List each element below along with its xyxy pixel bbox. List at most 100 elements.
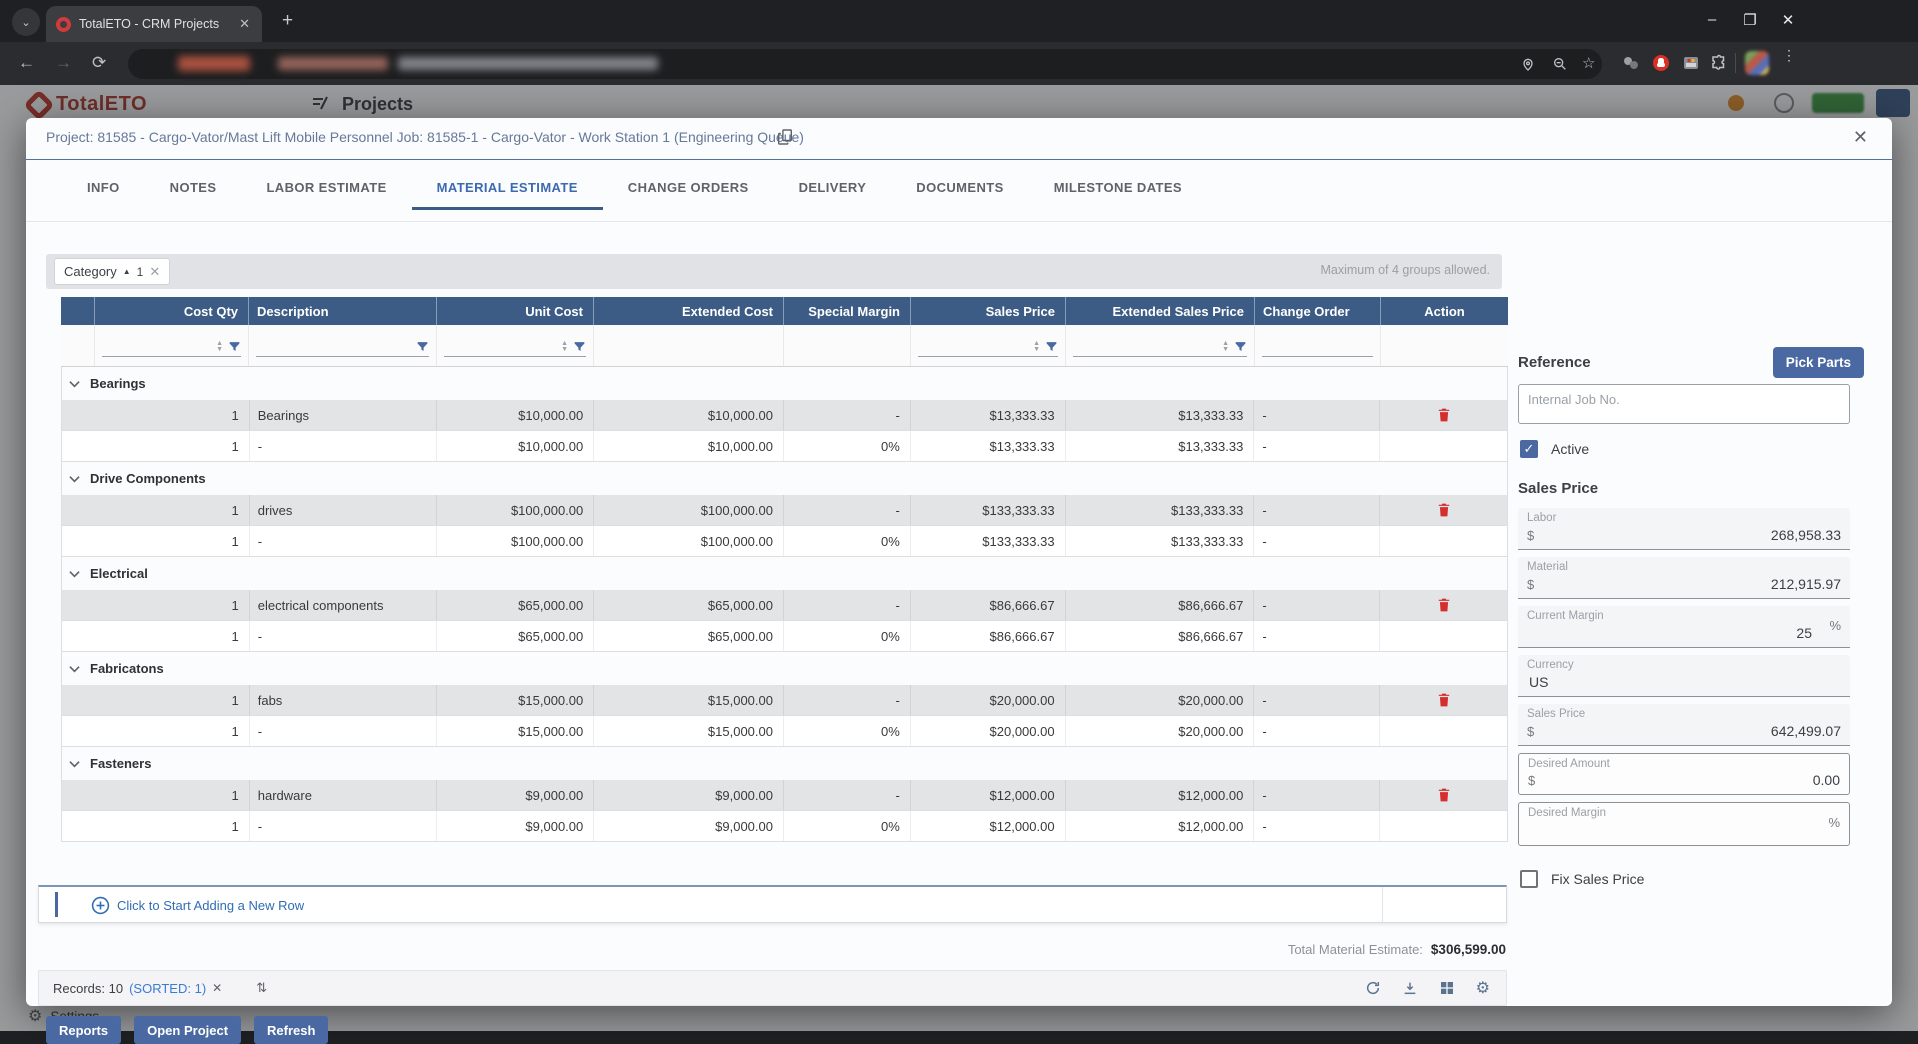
filter-input[interactable] [256,337,429,357]
table-row[interactable]: 1hardware$9,000.00$9,000.00-$12,000.00$1… [62,780,1507,811]
column-header-special-margin[interactable]: Special Margin [784,297,911,325]
group-row-fasteners[interactable]: Fasteners [62,747,1507,780]
cell-unit-cost[interactable]: $15,000.00 [437,685,594,715]
reload-icon[interactable]: ⟳ [92,53,106,73]
download-icon[interactable] [1402,980,1418,996]
cell-unit-cost[interactable]: $9,000.00 [437,811,594,841]
active-checkbox[interactable]: ✓ [1520,440,1538,458]
window-close-button[interactable]: ✕ [1773,11,1803,29]
filter-funnel-icon[interactable] [1045,340,1058,353]
cell-extended-cost[interactable]: $65,000.00 [594,621,784,651]
chevron-down-icon[interactable] [69,380,80,388]
cell-sales-price[interactable]: $12,000.00 [911,811,1066,841]
group-chip-category[interactable]: Category ▲ 1 ✕ [54,258,170,285]
cell-change-order[interactable]: - [1254,590,1380,620]
delete-row-trash-icon[interactable] [1437,407,1451,423]
delete-row-trash-icon[interactable] [1437,787,1451,803]
filter-cell-sales-price[interactable]: ▲▼ [911,325,1066,366]
cell-description[interactable]: - [250,811,438,841]
cell-change-order[interactable]: - [1254,431,1380,461]
address-bar[interactable]: ☆ [128,49,1602,79]
column-header-extended-sales-price[interactable]: Extended Sales Price [1066,297,1255,325]
cell-description[interactable]: - [250,621,438,651]
cell-special-margin[interactable]: 0% [784,431,911,461]
group-chip-remove-icon[interactable]: ✕ [149,264,160,280]
cell-special-margin[interactable]: - [784,495,911,525]
sort-updown-icon[interactable]: ⇅ [256,980,267,996]
open-project-button[interactable]: Open Project [134,1016,241,1044]
cell-sales-price[interactable]: $13,333.33 [911,431,1066,461]
cell-description[interactable]: electrical components [250,590,438,620]
window-minimize-button[interactable]: – [1697,11,1727,28]
delete-row-trash-icon[interactable] [1437,692,1451,708]
cell-cost-qty[interactable]: 1 [62,431,250,461]
filter-input[interactable] [1262,337,1373,357]
fix-sales-price-row[interactable]: Fix Sales Price [1520,870,1644,888]
table-row[interactable]: 1electrical components$65,000.00$65,000.… [62,590,1507,621]
forward-icon[interactable]: → [55,53,72,73]
chevron-down-icon[interactable] [69,570,80,578]
filter-cell-unit-cost[interactable]: ▲▼ [437,325,594,366]
cell-cost-qty[interactable]: 1 [62,811,250,841]
cell-sales-price[interactable]: $133,333.33 [911,526,1066,556]
cell-sales-price[interactable]: $133,333.33 [911,495,1066,525]
column-header-description[interactable]: Description [249,297,437,325]
filter-cell-description[interactable] [249,325,437,366]
cell-extended-sales-price[interactable]: $86,666.67 [1066,621,1255,651]
location-pin-icon[interactable] [1520,56,1536,72]
browser-tab[interactable]: TotalETO - CRM Projects ✕ [46,6,262,42]
cell-unit-cost[interactable]: $65,000.00 [437,590,594,620]
cell-special-margin[interactable]: 0% [784,526,911,556]
cell-change-order[interactable]: - [1254,716,1380,746]
cell-unit-cost[interactable]: $10,000.00 [437,400,594,430]
table-row[interactable]: 1-$100,000.00$100,000.000%$133,333.33$13… [62,526,1507,557]
browser-menu-icon[interactable]: ⋮ [1782,51,1796,59]
cell-special-margin[interactable]: - [784,590,911,620]
pick-parts-button[interactable]: Pick Parts [1773,347,1864,378]
cell-extended-cost[interactable]: $15,000.00 [594,716,784,746]
cell-special-margin[interactable]: 0% [784,621,911,651]
filter-input[interactable]: ▲▼ [444,337,586,357]
cell-unit-cost[interactable]: $65,000.00 [437,621,594,651]
cell-change-order[interactable]: - [1254,526,1380,556]
cell-unit-cost[interactable]: $100,000.00 [437,526,594,556]
cell-sales-price[interactable]: $13,333.33 [911,400,1066,430]
cell-extended-cost[interactable]: $65,000.00 [594,590,784,620]
cell-special-margin[interactable]: - [784,400,911,430]
cell-change-order[interactable]: - [1254,400,1380,430]
tab-info[interactable]: INFO [62,168,145,210]
cell-extended-sales-price[interactable]: $13,333.33 [1066,400,1255,430]
cell-extended-cost[interactable]: $15,000.00 [594,685,784,715]
filter-cell-cost-qty[interactable]: ▲▼ [95,325,249,366]
columns-grid-icon[interactable] [1439,980,1455,996]
filter-input[interactable]: ▲▼ [1073,337,1247,357]
filter-input[interactable]: ▲▼ [918,337,1058,357]
cell-extended-sales-price[interactable]: $12,000.00 [1066,811,1255,841]
profile-avatar[interactable] [1745,51,1769,75]
number-spinner-icon[interactable]: ▲▼ [1222,341,1229,353]
column-header-extended-cost[interactable]: Extended Cost [594,297,784,325]
filter-funnel-icon[interactable] [1234,340,1247,353]
group-row-fabricatons[interactable]: Fabricatons [62,652,1507,685]
chevron-down-icon[interactable] [69,665,80,673]
cell-description[interactable]: hardware [250,780,438,810]
tab-search-icon[interactable]: ⌄ [12,8,40,36]
column-header-sales-price[interactable]: Sales Price [911,297,1066,325]
cell-sales-price[interactable]: $20,000.00 [911,716,1066,746]
cell-extended-cost[interactable]: $100,000.00 [594,526,784,556]
cell-sales-price[interactable]: $12,000.00 [911,780,1066,810]
filter-cell-change-order[interactable] [1255,325,1381,366]
internal-job-no-input[interactable] [1518,384,1850,424]
filter-funnel-icon[interactable] [573,340,586,353]
field-desired-margin[interactable]: Desired Margin% [1518,802,1850,846]
filter-input[interactable]: ▲▼ [102,337,241,357]
column-header-change-order[interactable]: Change Order [1255,297,1381,325]
extensions-puzzle-icon[interactable] [1710,54,1728,72]
add-new-row[interactable]: Click to Start Adding a New Row [38,885,1507,923]
cell-change-order[interactable]: - [1254,621,1380,651]
cell-change-order[interactable]: - [1254,495,1380,525]
extension-2-icon[interactable] [1682,54,1700,72]
table-row[interactable]: 1drives$100,000.00$100,000.00-$133,333.3… [62,495,1507,526]
cell-description[interactable]: fabs [250,685,438,715]
table-row[interactable]: 1fabs$15,000.00$15,000.00-$20,000.00$20,… [62,685,1507,716]
